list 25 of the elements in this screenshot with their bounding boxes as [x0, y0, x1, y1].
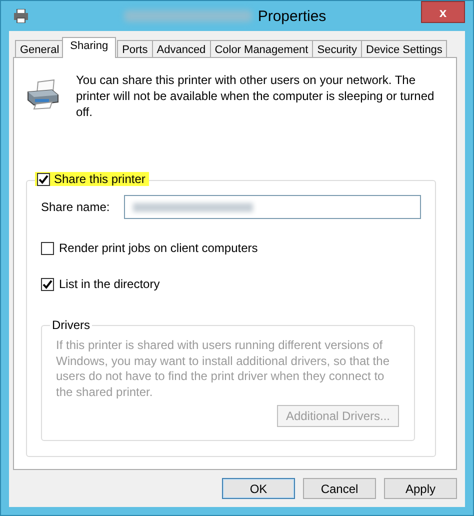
description-text: You can share this printer with other users on your network. The printer will not be available when the computer is sleeping or turned off. — [76, 72, 436, 120]
tab[interactable]: Device Settings — [361, 40, 448, 58]
printer-icon — [26, 78, 60, 110]
tab[interactable]: Security — [312, 40, 362, 58]
field-label: Share name: — [41, 200, 110, 214]
printer-icon — [13, 9, 29, 23]
checkbox[interactable] — [41, 278, 54, 290]
checkbox[interactable] — [37, 172, 50, 186]
share-printer-checkbox[interactable]: Share this printer — [35, 172, 150, 186]
tab[interactable]: Ports — [117, 40, 153, 58]
dialog-button[interactable]: Cancel — [303, 478, 376, 499]
checkbox-label: List in the directory — [59, 277, 160, 291]
dialog-button[interactable]: OK — [222, 478, 295, 499]
tab[interactable]: Sharing — [62, 37, 116, 58]
tab[interactable]: General — [15, 40, 64, 58]
checkbox[interactable] — [41, 242, 54, 254]
window-title: Properties — [258, 8, 326, 24]
close-button[interactable]: x — [421, 1, 465, 23]
checkbox-label: Render print jobs on client computers — [59, 241, 258, 255]
checkbox-label: Share this printer — [54, 172, 146, 186]
dialog-button[interactable]: Apply — [384, 478, 457, 499]
share-name-field[interactable] — [124, 195, 421, 219]
group-title: Drivers — [50, 318, 92, 332]
tab[interactable]: Color Management — [210, 40, 314, 58]
drivers-text: If this printer is shared with users running different versions of Windows, you may want to install additional drivers, so that the users do not have to find the print driver when they connect to the shared printer. — [56, 338, 390, 400]
